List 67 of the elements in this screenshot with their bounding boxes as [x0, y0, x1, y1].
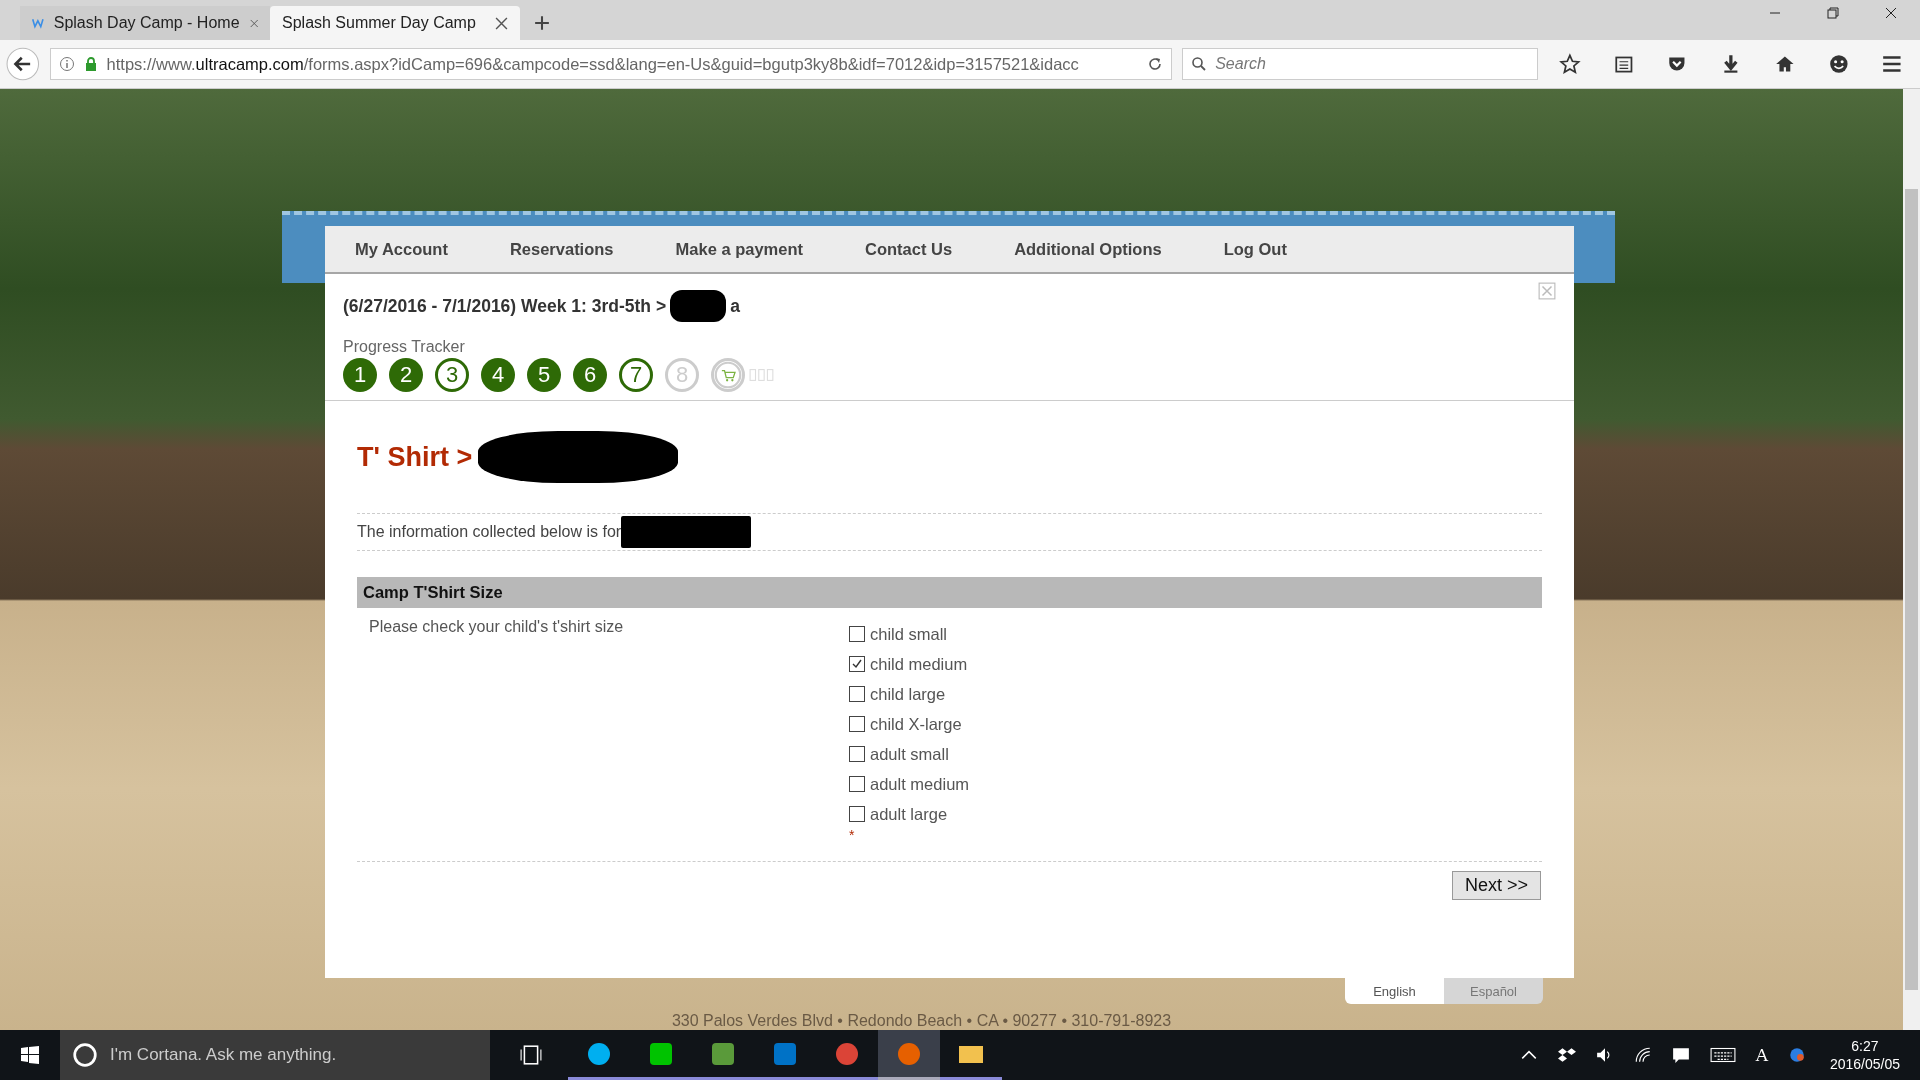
nav-link[interactable]: My Account [355, 239, 448, 259]
option-label: adult medium [870, 774, 970, 794]
info-text: The information collected below is for [357, 523, 622, 541]
checkbox[interactable] [849, 626, 865, 642]
checkbox[interactable] [849, 716, 865, 732]
next-button[interactable]: Next >> [1451, 871, 1541, 900]
close-icon[interactable] [1885, 7, 1897, 19]
option-label: child medium [870, 654, 968, 674]
dropbox-icon[interactable] [1557, 1046, 1576, 1064]
smiley-icon[interactable] [1827, 53, 1850, 75]
notification-icon[interactable] [1671, 1046, 1690, 1064]
progress-step[interactable]: 5 [527, 358, 561, 392]
nav-link[interactable]: Additional Options [1014, 239, 1162, 259]
restore-icon[interactable] [1827, 7, 1839, 19]
nav-link[interactable]: Reservations [509, 239, 614, 259]
star-icon[interactable] [1558, 53, 1581, 75]
taskbar-app[interactable] [878, 1030, 940, 1080]
progress-step[interactable]: 2 [389, 358, 423, 392]
address-bar[interactable]: https://www.ultracamp.com/forms.aspx?idCamp=696&campcode=ssd&lang=en-Us&guid=bgutp3ky8b&idf=7012&idp=3157521&idacc [49, 48, 1173, 80]
option-label: child X-large [870, 714, 962, 734]
name-fragment: a [730, 295, 740, 317]
redaction-mark [670, 290, 727, 322]
question-text: Please check your child's t'shirt size [369, 618, 625, 637]
option-label: child large [870, 684, 946, 704]
progress-step[interactable]: 6 [573, 358, 607, 392]
url-text: https://www.ultracamp.com/forms.aspx?idCamp=696&campcode=ssd&lang=en-Us&guid=bgutp3ky8b&idf=7012&idp=3157521&idacc [106, 54, 1080, 74]
browser-tab[interactable]: Splash Summer Day Camp [270, 6, 520, 40]
scrollbar[interactable] [1903, 89, 1920, 1030]
checkbox[interactable] [849, 746, 865, 762]
checkbox[interactable] [849, 806, 865, 822]
cortana-search-field[interactable]: I'm Cortana. Ask me anything. [60, 1030, 490, 1080]
nav-link[interactable]: Log Out [1223, 239, 1287, 259]
checkbox[interactable] [849, 656, 865, 672]
windows-logo-icon[interactable] [20, 1045, 40, 1065]
menu-icon[interactable] [1881, 53, 1903, 75]
input-mode-indicator[interactable]: A [1755, 1045, 1768, 1065]
nav-link[interactable]: Contact Us [865, 239, 953, 259]
progress-step[interactable]: 7 [619, 358, 653, 392]
session-heading: (6/27/2016 - 7/1/2016) Week 1: 3rd-5th > [343, 295, 667, 317]
browser-tab[interactable]: Splash Day Camp - Home [20, 6, 270, 40]
progress-step[interactable]: 4 [481, 358, 515, 392]
wifi-icon[interactable] [1633, 1046, 1652, 1064]
language-tab[interactable]: English [1345, 978, 1444, 1004]
new-tab-icon[interactable] [534, 15, 550, 31]
circle-icon [72, 1042, 98, 1068]
info-icon[interactable] [58, 56, 75, 72]
checkbox[interactable] [849, 776, 865, 792]
section-header: Camp T'Shirt Size [357, 577, 1542, 608]
form-title: T' Shirt > [357, 441, 473, 473]
clock[interactable]: 6:27 2016/05/05 [1829, 1037, 1900, 1073]
search-icon [1191, 56, 1208, 72]
required-mark: * [849, 827, 856, 843]
keyboard-icon[interactable] [1709, 1046, 1736, 1064]
progress-step[interactable]: 3 [435, 358, 469, 392]
footer-address: 330 Palos Verdes Blvd • Redondo Beach • CA • 90277 • 310-791-8923 [670, 1012, 1173, 1030]
progress-label: Progress Tracker [343, 338, 466, 356]
progress-step[interactable]: 1 [343, 358, 377, 392]
checkbox[interactable] [849, 686, 865, 702]
option-label: child small [870, 624, 948, 644]
close-icon[interactable] [495, 16, 508, 30]
reload-icon[interactable] [1147, 56, 1164, 72]
nav-link[interactable]: Make a payment [675, 239, 804, 259]
option-label: adult small [870, 744, 949, 764]
option-label: adult large [870, 804, 948, 824]
task-view-icon[interactable] [520, 1044, 542, 1066]
search-field[interactable]: Search [1182, 48, 1538, 80]
step-dots-icon [749, 368, 775, 382]
